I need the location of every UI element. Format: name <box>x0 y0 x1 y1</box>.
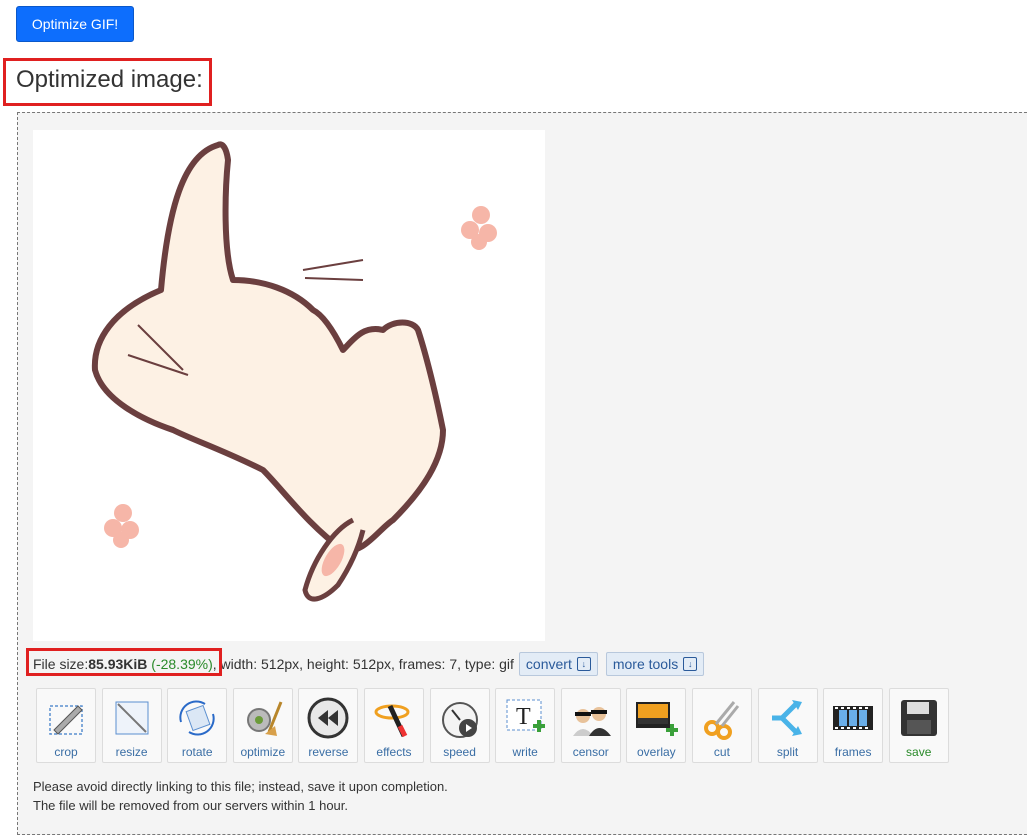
frames-icon <box>828 693 878 743</box>
tool-label: overlay <box>637 745 676 759</box>
censor-icon <box>566 693 616 743</box>
optimize-gif-button[interactable]: Optimize GIF! <box>16 6 134 42</box>
rotate-icon <box>172 693 222 743</box>
notice-line-1: Please avoid directly linking to this fi… <box>33 779 448 794</box>
rabbit-illustration <box>91 141 497 602</box>
save-icon <box>894 693 944 743</box>
tool-label: split <box>776 745 799 759</box>
tool-overlay[interactable]: overlay <box>626 688 687 763</box>
tool-frames[interactable]: frames <box>823 688 884 763</box>
tool-save[interactable]: save <box>888 688 949 763</box>
crop-icon <box>41 693 91 743</box>
tool-effects[interactable]: effects <box>363 688 424 763</box>
tool-rotate[interactable]: rotate <box>167 688 228 763</box>
tool-label: cut <box>713 745 730 759</box>
speed-icon <box>435 693 485 743</box>
file-details: , width: 512px, height: 512px, frames: 7… <box>212 656 514 672</box>
convert-button[interactable]: convert ↓ <box>518 652 598 676</box>
tool-label: effects <box>376 745 412 759</box>
tool-label: rotate <box>181 745 213 759</box>
resize-icon <box>107 693 157 743</box>
svg-text:T: T <box>516 704 531 730</box>
tool-label: speed <box>443 745 476 759</box>
cut-icon <box>697 693 747 743</box>
tool-write[interactable]: T write <box>495 688 556 763</box>
tool-bar: crop resize rotate optimize reverse effe… <box>36 688 954 763</box>
notice: Please avoid directly linking to this fi… <box>33 777 448 815</box>
effects-icon <box>369 693 419 743</box>
convert-label: convert <box>525 656 572 672</box>
overlay-icon <box>631 693 681 743</box>
notice-line-2: The file will be removed from our server… <box>33 798 349 813</box>
tool-censor[interactable]: censor <box>560 688 621 763</box>
file-size-highlight <box>26 648 222 676</box>
tool-crop[interactable]: crop <box>36 688 96 763</box>
tool-cut[interactable]: cut <box>691 688 752 763</box>
tool-label: write <box>512 745 538 759</box>
heading-highlight <box>3 58 212 106</box>
tool-optimize[interactable]: optimize <box>232 688 293 763</box>
tool-label: resize <box>115 745 148 759</box>
tool-label: reverse <box>308 745 349 759</box>
more-tools-button[interactable]: more tools ↓ <box>605 652 705 676</box>
tool-speed[interactable]: speed <box>429 688 490 763</box>
reverse-icon <box>303 693 353 743</box>
optimized-image-preview <box>33 130 545 641</box>
tool-label: frames <box>834 745 872 759</box>
tool-label: censor <box>572 745 609 759</box>
arrow-down-icon: ↓ <box>683 657 698 671</box>
optimize-icon <box>238 693 288 743</box>
write-icon: T <box>500 693 550 743</box>
tool-resize[interactable]: resize <box>101 688 162 763</box>
tool-label: save <box>906 745 932 759</box>
tool-split[interactable]: split <box>757 688 818 763</box>
tool-label: optimize <box>240 745 286 759</box>
split-icon <box>763 693 813 743</box>
arrow-down-icon: ↓ <box>576 657 591 671</box>
tool-label: crop <box>54 745 78 759</box>
more-tools-label: more tools <box>612 656 679 672</box>
tool-reverse[interactable]: reverse <box>298 688 359 763</box>
